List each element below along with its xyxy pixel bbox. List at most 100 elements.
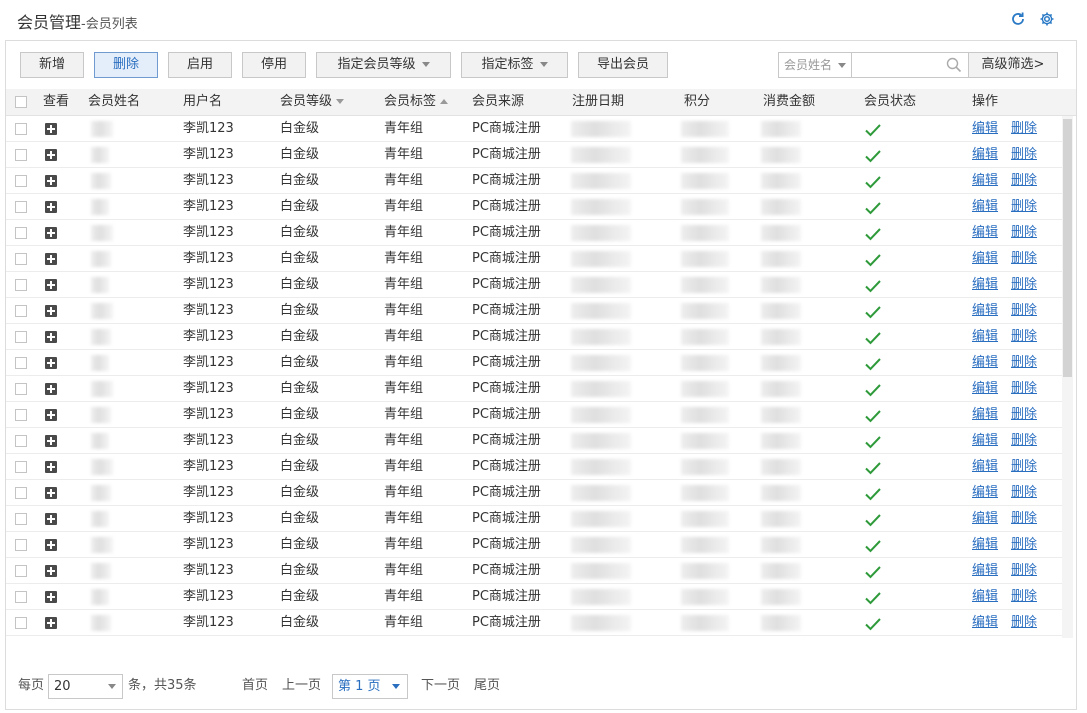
delete-button[interactable]: 删除 bbox=[94, 52, 158, 78]
plus-square-icon[interactable] bbox=[45, 539, 57, 551]
plus-square-icon[interactable] bbox=[45, 201, 57, 213]
delete-link[interactable]: 删除 bbox=[1011, 246, 1037, 272]
plus-square-icon[interactable] bbox=[45, 383, 57, 395]
edit-link[interactable]: 编辑 bbox=[972, 142, 998, 168]
edit-link[interactable]: 编辑 bbox=[972, 246, 998, 272]
delete-link[interactable]: 删除 bbox=[1011, 480, 1037, 506]
column-spend[interactable]: 消费金额 bbox=[763, 89, 815, 115]
delete-link[interactable]: 删除 bbox=[1011, 584, 1037, 610]
edit-link[interactable]: 编辑 bbox=[972, 402, 998, 428]
plus-square-icon[interactable] bbox=[45, 227, 57, 239]
plus-square-icon[interactable] bbox=[45, 253, 57, 265]
row-checkbox[interactable] bbox=[15, 565, 27, 577]
edit-link[interactable]: 编辑 bbox=[972, 376, 998, 402]
row-checkbox[interactable] bbox=[15, 383, 27, 395]
plus-square-icon[interactable] bbox=[45, 175, 57, 187]
delete-link[interactable]: 删除 bbox=[1011, 402, 1037, 428]
plus-square-icon[interactable] bbox=[45, 123, 57, 135]
row-checkbox[interactable] bbox=[15, 435, 27, 447]
row-checkbox[interactable] bbox=[15, 513, 27, 525]
plus-square-icon[interactable] bbox=[45, 461, 57, 473]
search-icon[interactable] bbox=[946, 57, 962, 73]
plus-square-icon[interactable] bbox=[45, 409, 57, 421]
plus-square-icon[interactable] bbox=[45, 487, 57, 499]
last-page-link[interactable]: 尾页 bbox=[474, 677, 500, 695]
column-tag[interactable]: 会员标签 bbox=[384, 89, 449, 115]
plus-square-icon[interactable] bbox=[45, 591, 57, 603]
vertical-scrollbar[interactable] bbox=[1062, 116, 1073, 638]
edit-link[interactable]: 编辑 bbox=[972, 324, 998, 350]
edit-link[interactable]: 编辑 bbox=[972, 194, 998, 220]
disable-button[interactable]: 停用 bbox=[242, 52, 306, 78]
edit-link[interactable]: 编辑 bbox=[972, 168, 998, 194]
page-size-select[interactable]: 20 bbox=[48, 674, 123, 699]
column-source[interactable]: 会员来源 bbox=[472, 89, 524, 115]
first-page-link[interactable]: 首页 bbox=[242, 677, 268, 695]
advanced-filter-button[interactable]: 高级筛选> bbox=[968, 52, 1058, 78]
add-button[interactable]: 新增 bbox=[20, 52, 84, 78]
edit-link[interactable]: 编辑 bbox=[972, 532, 998, 558]
delete-link[interactable]: 删除 bbox=[1011, 168, 1037, 194]
row-checkbox[interactable] bbox=[15, 227, 27, 239]
edit-link[interactable]: 编辑 bbox=[972, 610, 998, 636]
delete-link[interactable]: 删除 bbox=[1011, 350, 1037, 376]
column-reg-date[interactable]: 注册日期 bbox=[572, 89, 624, 115]
assign-tag-dropdown[interactable]: 指定标签 bbox=[461, 52, 568, 78]
plus-square-icon[interactable] bbox=[45, 279, 57, 291]
next-page-link[interactable]: 下一页 bbox=[421, 677, 460, 695]
enable-button[interactable]: 启用 bbox=[168, 52, 232, 78]
row-checkbox[interactable] bbox=[15, 123, 27, 135]
column-level[interactable]: 会员等级 bbox=[280, 89, 345, 115]
delete-link[interactable]: 删除 bbox=[1011, 142, 1037, 168]
export-members-button[interactable]: 导出会员 bbox=[578, 52, 668, 78]
delete-link[interactable]: 删除 bbox=[1011, 532, 1037, 558]
search-input[interactable] bbox=[851, 52, 969, 78]
delete-link[interactable]: 删除 bbox=[1011, 558, 1037, 584]
delete-link[interactable]: 删除 bbox=[1011, 376, 1037, 402]
column-points[interactable]: 积分 bbox=[684, 89, 710, 115]
plus-square-icon[interactable] bbox=[45, 435, 57, 447]
column-status[interactable]: 会员状态 bbox=[864, 89, 916, 115]
gear-icon[interactable] bbox=[1039, 11, 1055, 27]
delete-link[interactable]: 删除 bbox=[1011, 220, 1037, 246]
row-checkbox[interactable] bbox=[15, 305, 27, 317]
delete-link[interactable]: 删除 bbox=[1011, 454, 1037, 480]
select-all-checkbox[interactable] bbox=[15, 96, 27, 108]
column-username[interactable]: 用户名 bbox=[183, 89, 222, 115]
edit-link[interactable]: 编辑 bbox=[972, 116, 998, 142]
prev-page-link[interactable]: 上一页 bbox=[282, 677, 321, 695]
edit-link[interactable]: 编辑 bbox=[972, 350, 998, 376]
row-checkbox[interactable] bbox=[15, 201, 27, 213]
delete-link[interactable]: 删除 bbox=[1011, 610, 1037, 636]
row-checkbox[interactable] bbox=[15, 279, 27, 291]
search-field-select[interactable]: 会员姓名 bbox=[778, 52, 852, 78]
plus-square-icon[interactable] bbox=[45, 305, 57, 317]
row-checkbox[interactable] bbox=[15, 487, 27, 499]
assign-level-dropdown[interactable]: 指定会员等级 bbox=[316, 52, 451, 78]
plus-square-icon[interactable] bbox=[45, 565, 57, 577]
row-checkbox[interactable] bbox=[15, 617, 27, 629]
delete-link[interactable]: 删除 bbox=[1011, 298, 1037, 324]
plus-square-icon[interactable] bbox=[45, 513, 57, 525]
delete-link[interactable]: 删除 bbox=[1011, 428, 1037, 454]
plus-square-icon[interactable] bbox=[45, 617, 57, 629]
refresh-icon[interactable] bbox=[1010, 11, 1026, 27]
delete-link[interactable]: 删除 bbox=[1011, 194, 1037, 220]
row-checkbox[interactable] bbox=[15, 357, 27, 369]
edit-link[interactable]: 编辑 bbox=[972, 272, 998, 298]
edit-link[interactable]: 编辑 bbox=[972, 298, 998, 324]
edit-link[interactable]: 编辑 bbox=[972, 558, 998, 584]
edit-link[interactable]: 编辑 bbox=[972, 220, 998, 246]
plus-square-icon[interactable] bbox=[45, 357, 57, 369]
edit-link[interactable]: 编辑 bbox=[972, 454, 998, 480]
row-checkbox[interactable] bbox=[15, 539, 27, 551]
row-checkbox[interactable] bbox=[15, 149, 27, 161]
delete-link[interactable]: 删除 bbox=[1011, 272, 1037, 298]
scrollbar-thumb[interactable] bbox=[1063, 119, 1072, 377]
row-checkbox[interactable] bbox=[15, 253, 27, 265]
row-checkbox[interactable] bbox=[15, 175, 27, 187]
row-checkbox[interactable] bbox=[15, 461, 27, 473]
delete-link[interactable]: 删除 bbox=[1011, 506, 1037, 532]
edit-link[interactable]: 编辑 bbox=[972, 428, 998, 454]
current-page-select[interactable]: 第 1 页 bbox=[332, 674, 408, 699]
